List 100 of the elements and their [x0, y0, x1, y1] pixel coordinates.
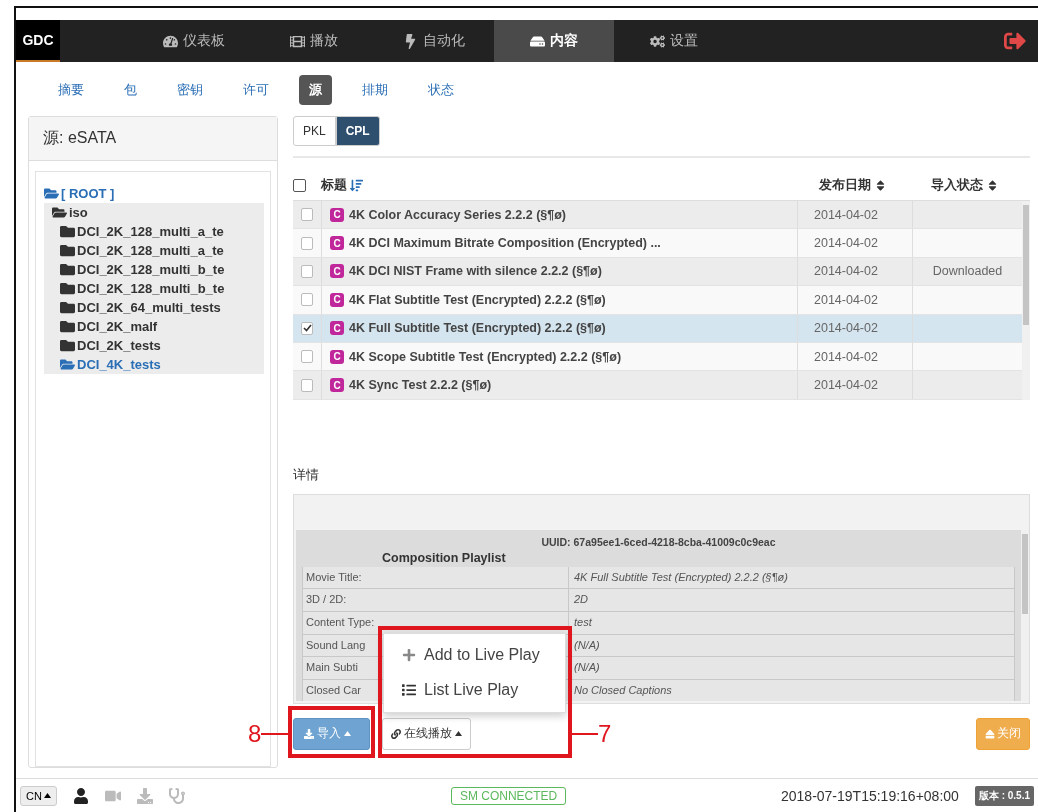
gauge-icon — [163, 33, 178, 49]
nav-tab[interactable]: 播放 — [254, 20, 374, 62]
table-cell: 2014-04-02 — [797, 286, 912, 314]
sub-tab[interactable]: 许可 — [233, 75, 279, 105]
table-cell: 2014-04-02 — [797, 257, 912, 286]
nav-tab[interactable]: 自动化 — [374, 20, 494, 62]
details-heading: Composition Playlist — [382, 550, 507, 565]
table-row[interactable]: C 4K Scope Subtitle Test (Encrypted) 2.2.2 (§¶ø) 2014-04-02 — [293, 342, 1022, 372]
cpl-title: 4K Sync Test 2.2.2 (§¶ø) — [349, 378, 492, 393]
cpl-title: 4K Flat Subtitle Test (Encrypted) 2.2.2 (§¶ø) — [349, 292, 606, 307]
checkbox[interactable] — [301, 378, 313, 392]
checkbox[interactable] — [301, 208, 313, 222]
table-cell: 2014-04-02 — [797, 314, 912, 342]
user-icon[interactable] — [72, 787, 89, 804]
checkbox[interactable] — [301, 350, 313, 364]
table-cell: 2014-04-02 — [797, 371, 912, 399]
column-header[interactable]: 发布日期 — [818, 176, 871, 194]
cpl-badge: C — [330, 207, 344, 222]
cpl-badge: C — [330, 264, 344, 279]
settings-icon — [650, 33, 665, 49]
cpl-title: 4K Color Accuracy Series 2.2.2 (§¶ø) — [349, 207, 566, 222]
sub-tab[interactable]: 源 — [299, 75, 332, 105]
section-label: 详情 — [293, 465, 320, 484]
table-row[interactable]: C 4K DCI NIST Frame with silence 2.2.2 (§¶ø) 2014-04-02 Downloaded — [293, 257, 1022, 287]
caret-icon — [344, 731, 351, 737]
cpl-title: 4K Scope Subtitle Test (Encrypted) 2.2.2 (§¶ø) — [349, 349, 622, 364]
menu-item[interactable]: List Live Play — [384, 672, 565, 708]
table-cell: 2014-04-02 — [797, 342, 912, 371]
format-tab[interactable]: CPL — [335, 116, 380, 146]
sub-tab[interactable]: 密钥 — [167, 75, 213, 105]
tree-item[interactable]: DCI_2K_128_multi_a_te — [77, 241, 224, 260]
stethoscope-icon[interactable] — [168, 787, 185, 804]
table-row[interactable]: C 4K Sync Test 2.2.2 (§¶ø) 2014-04-02 — [293, 371, 1022, 400]
tree-item[interactable]: DCI_2K_malf — [77, 317, 158, 336]
checkbox[interactable] — [293, 178, 306, 192]
logout-icon[interactable] — [1004, 30, 1026, 52]
leader-line — [570, 732, 598, 735]
tree-item[interactable]: iso — [69, 203, 88, 222]
column-header[interactable]: 标题 — [321, 176, 347, 194]
nav-tab[interactable]: 内容 — [494, 20, 614, 62]
table-row[interactable]: C 4K Color Accuracy Series 2.2.2 (§¶ø) 2014-04-02 — [293, 201, 1022, 230]
date-time: 2018-07-19T15:19:16+08:00 — [781, 787, 959, 804]
table-cell: 2014-04-02 — [797, 201, 912, 229]
language-button[interactable]: CN — [20, 785, 57, 806]
sub-tab[interactable]: 状态 — [418, 75, 464, 105]
cpl-badge: C — [330, 321, 344, 336]
cpl-title: 4K DCI NIST Frame with silence 2.2.2 (§¶ø) — [349, 264, 602, 279]
lightning-icon — [403, 33, 418, 49]
cpl-badge: C — [330, 378, 344, 393]
table-row[interactable]: C 4K Flat Subtitle Test (Encrypted) 2.2.2 (§¶ø) 2014-04-02 — [293, 286, 1022, 315]
connection-status: SM CONNECTED — [450, 786, 567, 805]
link-icon — [391, 728, 401, 739]
tree-item[interactable]: DCI_2K_128_multi_b_te — [77, 279, 225, 298]
tree-item[interactable]: DCI_4K_tests — [77, 355, 161, 374]
checkbox[interactable] — [301, 236, 313, 250]
tree-item[interactable]: DCI_2K_128_multi_a_te — [77, 222, 224, 241]
sub-tab[interactable]: 摘要 — [48, 75, 94, 105]
cpl-title: 4K DCI Maximum Bitrate Composition (Encrypted) ... — [349, 236, 661, 251]
sub-tab[interactable]: 包 — [114, 75, 147, 105]
checkbox[interactable] — [301, 293, 313, 307]
plus-icon — [402, 648, 416, 663]
panel-title: 源: eSATA — [29, 117, 277, 161]
table-row[interactable]: C 4K DCI Maximum Bitrate Composition (Encrypted) ... 2014-04-02 — [293, 229, 1022, 258]
tree-item[interactable]: [ ROOT ] — [61, 184, 115, 203]
sort-icon[interactable] — [986, 178, 999, 192]
nav-tab[interactable]: 仪表板 — [134, 20, 254, 62]
menu-item[interactable]: Add to Live Play — [384, 637, 565, 673]
tree-item[interactable]: DCI_2K_tests — [77, 336, 161, 355]
tree-item[interactable]: DCI_2K_128_multi_b_te — [77, 260, 225, 279]
column-header[interactable]: 导入状态 — [931, 176, 983, 194]
field-label: Movie Title: — [306, 570, 362, 583]
live-play-button[interactable]: 在线播放 — [382, 717, 471, 750]
logo: GDC — [16, 20, 60, 62]
scrollbar[interactable] — [1022, 201, 1030, 400]
field-value: test — [568, 611, 1014, 634]
checkbox[interactable] — [301, 264, 313, 278]
nav-tab[interactable]: 设置 — [614, 20, 734, 62]
uuid-text: UUID: 67a95ee1-6ced-4218-8cba-41009c0c9eac — [540, 535, 777, 548]
callout-number: 8 — [248, 719, 262, 748]
cpl-title: 4K Full Subtitle Test (Encrypted) 2.2.2 (§¶ø) — [349, 321, 606, 336]
caret-icon — [455, 731, 462, 737]
download-icon[interactable] — [136, 787, 153, 804]
leader-line — [261, 732, 290, 735]
field-value: 4K Full Subtitle Test (Encrypted) 2.2.2 (§¶ø) — [568, 566, 1014, 589]
checkbox[interactable] — [301, 321, 313, 335]
field-value: (N/A) — [568, 657, 1014, 679]
format-tab[interactable]: PKL — [293, 116, 336, 146]
tree-item[interactable]: DCI_2K_64_multi_tests — [77, 298, 221, 317]
download-icon — [304, 728, 314, 739]
sub-tab[interactable]: 排期 — [352, 75, 398, 105]
field-value: No Closed Captions — [568, 679, 1014, 701]
eject-icon — [985, 728, 995, 739]
cpl-badge: C — [330, 236, 344, 251]
table-row[interactable]: C 4K Full Subtitle Test (Encrypted) 2.2.2 (§¶ø) 2014-04-02 — [293, 314, 1022, 343]
field-value: (N/A) — [568, 634, 1014, 657]
cpl-badge: C — [330, 349, 344, 364]
list-icon — [402, 683, 416, 698]
caret-icon — [43, 793, 51, 798]
sort-ascending-icon[interactable] — [350, 178, 363, 192]
table-cell: 2014-04-02 — [797, 229, 912, 257]
